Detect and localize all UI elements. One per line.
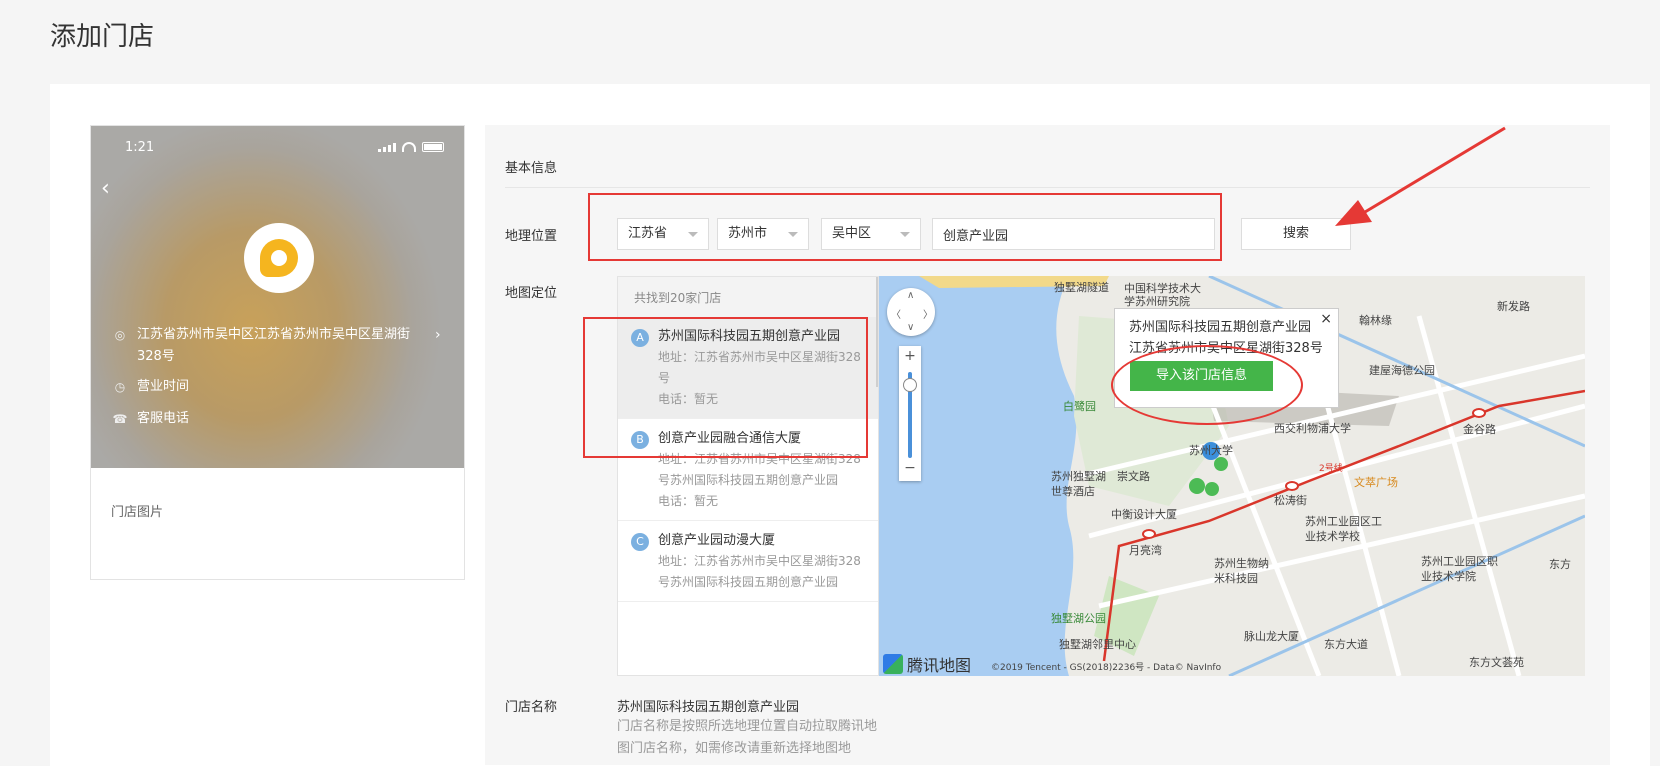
map-label-item: 苏州大学 bbox=[1189, 444, 1233, 457]
chevron-right-icon: › bbox=[435, 327, 441, 343]
wifi-icon bbox=[402, 142, 416, 152]
map-label-item: 月亮湾 bbox=[1129, 544, 1162, 557]
map-label-item: 西交利物浦大学 bbox=[1274, 422, 1351, 435]
map-label-item: 崇文路 bbox=[1117, 470, 1150, 483]
pan-right-icon[interactable]: 〉 bbox=[923, 306, 933, 321]
section-title: 基本信息 bbox=[505, 161, 558, 176]
metro-station bbox=[1472, 408, 1486, 418]
map-label-item: 独墅湖公园 bbox=[1051, 612, 1106, 625]
annotation-box-result bbox=[583, 317, 868, 458]
result-name: 创意产业园动漫大厦 bbox=[658, 533, 776, 548]
store-name-value: 苏州国际科技园五期创意产业园 bbox=[617, 700, 800, 715]
annotation-ellipse-import bbox=[1111, 345, 1303, 425]
map-label-item: 中衡设计大厦 bbox=[1111, 508, 1177, 521]
phone-header: 1:21 ‹ ◎ 江苏省苏州市吴中区江苏省苏州市吴中区星湖街328号 › ◷ 营… bbox=[91, 126, 464, 468]
phone-hours-label: 营业时间 bbox=[137, 379, 190, 394]
result-address: 地址：江苏省苏州市吴中区星湖街328号苏州国际科技园五期创意产业园 bbox=[658, 554, 861, 589]
phone-tel-row: ☎ 客服电话 bbox=[111, 408, 190, 430]
map-view[interactable]: 独墅湖隧道 中国科学技术大学苏州研究院 翰林缘 新发路 建屋海德公园 金谷路 白… bbox=[879, 276, 1585, 676]
map-label-item: 2号线 bbox=[1319, 464, 1343, 474]
back-chevron-icon[interactable]: ‹ bbox=[101, 176, 110, 201]
signal-icon bbox=[378, 143, 396, 152]
map-label-item: 苏州独墅湖世尊酒店 bbox=[1051, 470, 1106, 498]
phone-address: 江苏省苏州市吴中区江苏省苏州市吴中区星湖街328号 bbox=[136, 327, 410, 364]
pan-down-icon[interactable]: ∨ bbox=[907, 322, 914, 333]
location-pin-icon: ◎ bbox=[114, 328, 126, 342]
phone-tel-label: 客服电话 bbox=[137, 411, 190, 426]
battery-icon bbox=[422, 142, 444, 152]
marker-badge: C bbox=[631, 533, 649, 551]
map-copyright: ©2019 Tencent - GS(2018)2236号 - Data© Na… bbox=[991, 663, 1222, 673]
result-count: 共找到20家门店 bbox=[618, 277, 878, 317]
map-label-item: 金谷路 bbox=[1463, 423, 1496, 436]
zoom-in-icon[interactable]: + bbox=[899, 348, 921, 364]
phone-icon: ☎ bbox=[112, 412, 128, 426]
popup-title: 苏州国际科技园五期创意产业园 bbox=[1129, 320, 1312, 335]
zoom-handle[interactable] bbox=[903, 378, 917, 392]
clock-icon: ◷ bbox=[114, 380, 126, 394]
store-photo-label: 门店图片 bbox=[111, 505, 164, 520]
phone-preview: 1:21 ‹ ◎ 江苏省苏州市吴中区江苏省苏州市吴中区星湖街328号 › ◷ 营… bbox=[90, 125, 465, 580]
status-icons bbox=[378, 142, 444, 152]
map-label-item: 新发路 bbox=[1497, 300, 1530, 313]
close-icon[interactable]: × bbox=[1320, 309, 1332, 330]
tencent-map-icon bbox=[883, 654, 903, 674]
map-label-item: 白鹭园 bbox=[1063, 400, 1096, 413]
search-button[interactable]: 搜索 bbox=[1241, 218, 1351, 250]
store-name-label: 门店名称 bbox=[505, 700, 558, 715]
map-label-item: 独墅湖隧道 bbox=[1054, 281, 1109, 294]
result-tel: 电话：暂无 bbox=[658, 494, 719, 508]
map-label-item: 翰林缘 bbox=[1359, 314, 1392, 327]
page-title: 添加门店 bbox=[50, 22, 155, 52]
map-label-item: 建屋海德公园 bbox=[1369, 364, 1435, 377]
map-label-item: 东方 bbox=[1549, 558, 1571, 571]
status-time: 1:21 bbox=[125, 140, 155, 155]
map-label-item: 松涛街 bbox=[1274, 494, 1307, 507]
map-zoom-control[interactable]: + − bbox=[899, 346, 921, 481]
metro-station bbox=[1285, 481, 1299, 491]
map-pan-control[interactable]: ∧ ∨ 〈 〉 bbox=[887, 288, 935, 336]
map-label-item: 中国科学技术大学苏州研究院 bbox=[1124, 282, 1201, 308]
pan-up-icon[interactable]: ∧ bbox=[907, 290, 914, 301]
map-label-item: 苏州工业园区职业技术学院 bbox=[1421, 555, 1498, 583]
map-label-item: 文萃广场 bbox=[1354, 476, 1398, 489]
map-label-item: 苏州工业园区工业技术学校 bbox=[1305, 515, 1382, 543]
map-label-item: 苏州生物纳米科技园 bbox=[1214, 557, 1269, 585]
map-label-item: 脉山龙大厦 bbox=[1244, 630, 1299, 643]
divider bbox=[505, 187, 1590, 188]
pan-left-icon[interactable]: 〈 bbox=[891, 306, 901, 321]
phone-hours-row: ◷ 营业时间 bbox=[111, 376, 189, 398]
logo-mark-icon bbox=[260, 239, 298, 277]
marker-b bbox=[1214, 457, 1228, 471]
annotation-box-location bbox=[588, 193, 1222, 261]
store-name-hint: 门店名称是按照所选地理位置自动拉取腾讯地图门店名称，如需修改请重新选择地图地 bbox=[617, 719, 878, 756]
map-brand: 腾讯地图 bbox=[907, 656, 972, 675]
map-label: 地图定位 bbox=[505, 286, 558, 301]
zoom-out-icon[interactable]: − bbox=[899, 460, 921, 476]
marker-c bbox=[1189, 478, 1205, 494]
metro-station bbox=[1142, 529, 1156, 539]
map-footer: 腾讯地图 ©2019 Tencent - GS(2018)2236号 - Dat… bbox=[879, 650, 1585, 676]
store-logo bbox=[244, 223, 314, 293]
tencent-map-logo: 腾讯地图 bbox=[883, 652, 971, 676]
location-label: 地理位置 bbox=[505, 229, 558, 244]
phone-address-row[interactable]: ◎ 江苏省苏州市吴中区江苏省苏州市吴中区星湖街328号 › bbox=[111, 324, 441, 368]
marker-d bbox=[1205, 482, 1219, 496]
list-item[interactable]: C 创意产业园动漫大厦 地址：江苏省苏州市吴中区星湖街328号苏州国际科技园五期… bbox=[618, 521, 878, 602]
